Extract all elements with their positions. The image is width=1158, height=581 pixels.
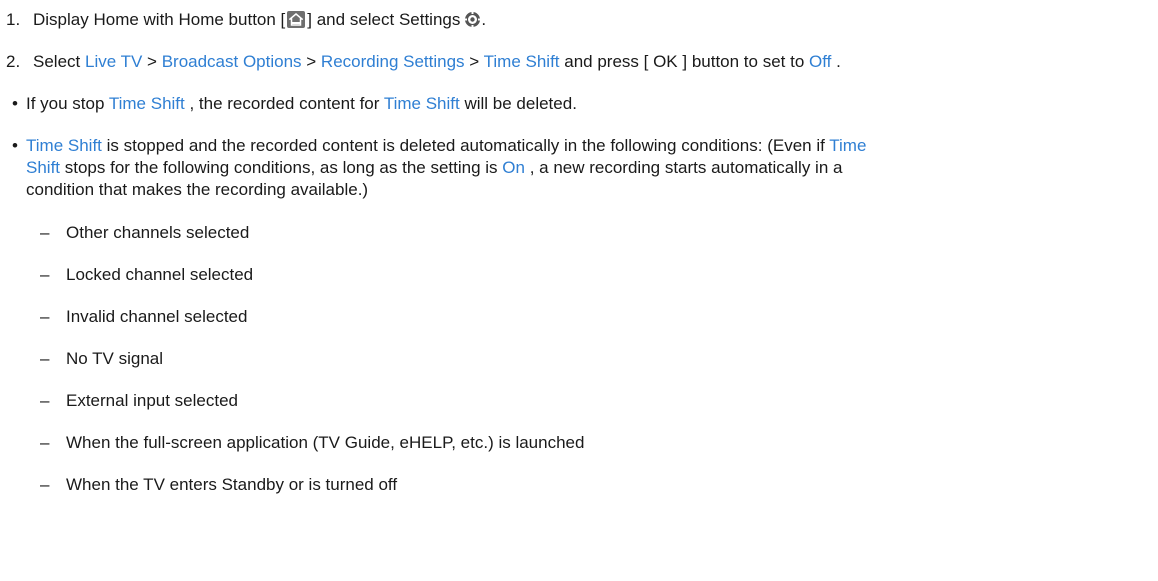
bullet: • [12,94,18,113]
step-number: 2. [6,52,21,71]
dash: – [40,349,50,368]
menu-broadcast-options: Broadcast Options [161,52,302,71]
bullet: • [12,136,18,155]
menu-live-tv: Live TV [84,52,143,71]
dash: – [40,265,50,284]
dash: – [40,433,50,452]
option-off: Off [809,52,832,71]
term-time-shift: Time Shift [383,94,460,113]
dash: – [40,223,50,242]
dash: – [40,391,50,410]
menu-recording-settings: Recording Settings [320,52,465,71]
step-1-text: Display Home with Home button [] and sel… [33,9,486,34]
dash: – [40,475,50,494]
term-time-shift: Shift [26,158,61,177]
menu-time-shift: Time Shift [483,52,560,71]
home-icon [287,11,306,28]
condition-text: External input selected [66,391,238,410]
dash: – [40,307,50,326]
note-1-text: If you stop Time Shift , the recorded co… [26,94,577,113]
step-2-text: Select Live TV > Broadcast Options > Rec… [33,52,841,71]
condition-text: No TV signal [66,349,164,368]
condition-text: Other channels selected [66,223,250,242]
gear-icon [464,11,481,34]
condition-text: Locked channel selected [66,265,254,284]
condition-text: When the TV enters Standby or is turned … [66,475,398,494]
step-number: 1. [6,10,21,29]
term-time-shift: Time [829,136,867,155]
condition-text: Invalid channel selected [66,307,248,326]
note-2-line-3: condition that makes the recording avail… [26,180,369,199]
condition-text: When the full-screen application (TV Gui… [66,433,585,452]
term-time-shift: Time Shift [26,136,102,155]
note-2-line-1: Time Shift is stopped and the recorded c… [26,136,867,155]
note-2-line-2: Shift stops for the following conditions… [26,158,843,177]
option-on: On [502,158,525,177]
term-time-shift: Time Shift [108,94,185,113]
